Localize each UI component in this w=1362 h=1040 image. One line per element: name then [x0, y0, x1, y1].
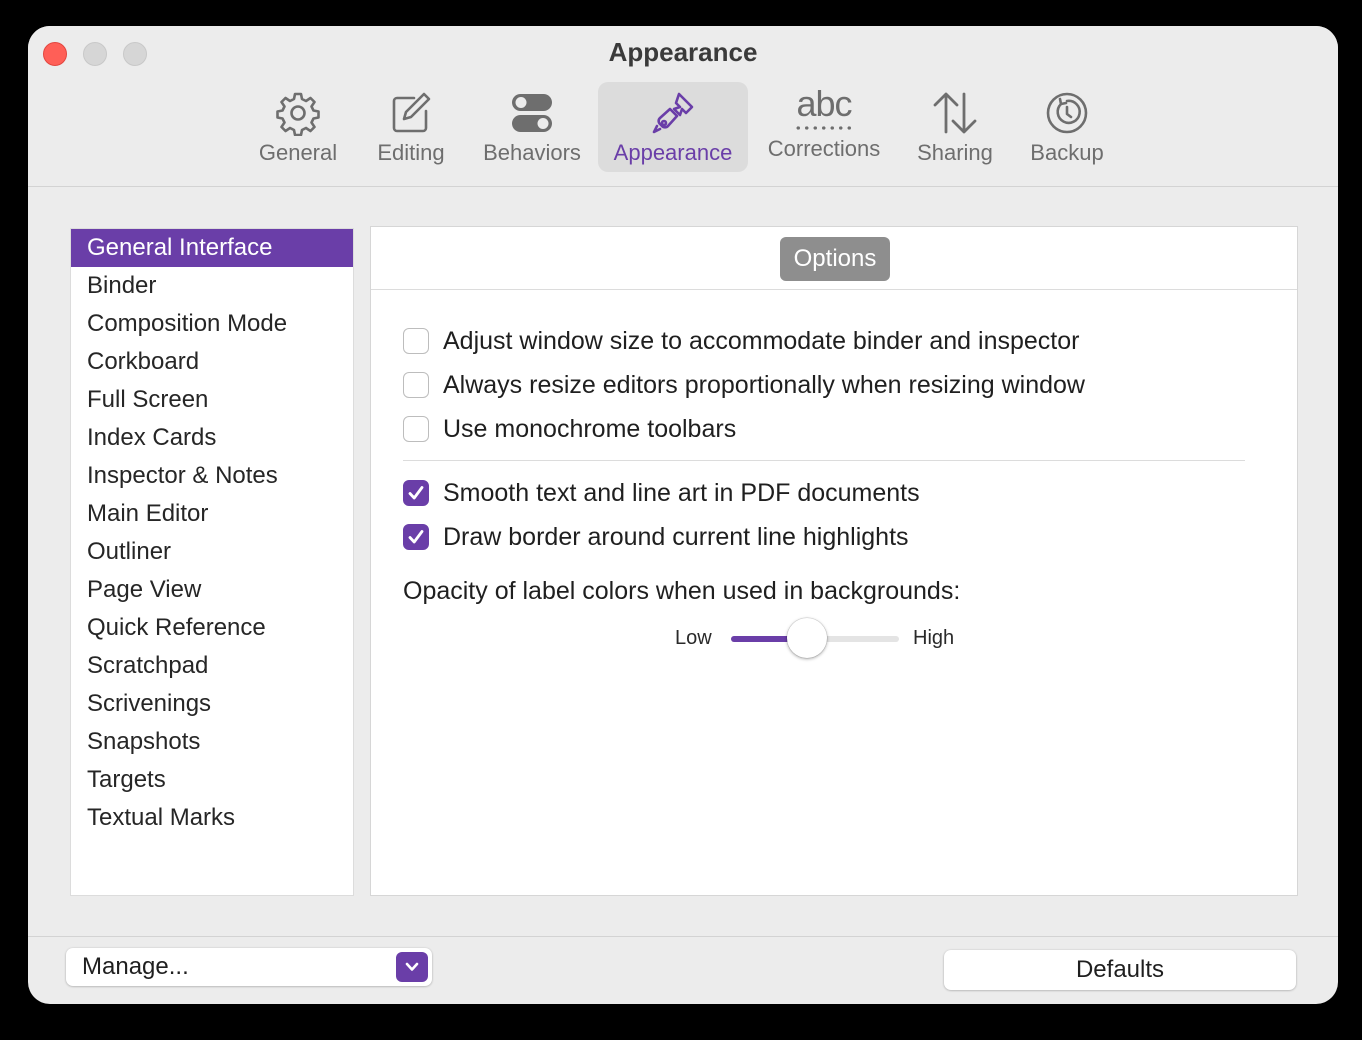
checkmark-icon: [408, 486, 424, 500]
option-label: Always resize editors proportionally whe…: [443, 370, 1085, 399]
option-adjust-window-size[interactable]: Adjust window size to accommodate binder…: [403, 326, 1079, 356]
option-monochrome-toolbars[interactable]: Use monochrome toolbars: [403, 414, 736, 444]
sidebar-item-targets[interactable]: Targets: [71, 761, 353, 799]
toolbar-tab-corrections[interactable]: abc Corrections: [760, 82, 888, 172]
checkbox-monochrome-toolbars[interactable]: [403, 416, 429, 442]
sidebar-item-general-interface[interactable]: General Interface: [71, 229, 353, 267]
toolbar-label-corrections: Corrections: [767, 136, 881, 161]
sidebar-item-outliner[interactable]: Outliner: [71, 533, 353, 571]
opacity-slider[interactable]: [731, 618, 899, 658]
options-separator: [403, 460, 1245, 461]
abc-spellcheck-icon: abc: [789, 86, 859, 132]
toggles-icon: [512, 94, 552, 132]
slider-high-label: High: [913, 627, 955, 649]
toolbar-tab-behaviors[interactable]: Behaviors: [476, 82, 588, 172]
dotted-underline: [794, 126, 854, 130]
option-resize-editors-proportionally[interactable]: Always resize editors proportionally whe…: [403, 370, 1085, 400]
sidebar-item-scratchpad[interactable]: Scratchpad: [71, 647, 353, 685]
options-panel: Options Adjust window size to accommodat…: [370, 226, 1298, 896]
gear-icon: [276, 92, 320, 136]
paintbrush-icon: [652, 92, 694, 134]
sidebar-item-main-editor[interactable]: Main Editor: [71, 495, 353, 533]
toolbar-tab-general[interactable]: General: [246, 82, 350, 172]
abc-glyph: abc: [796, 83, 852, 124]
bottom-divider: [28, 936, 1338, 937]
backup-clock-icon: [1046, 92, 1088, 134]
defaults-button[interactable]: Defaults: [944, 950, 1296, 990]
opacity-label: Opacity of label colors when used in bac…: [403, 577, 961, 605]
toolbar-tab-backup[interactable]: Backup: [1020, 82, 1114, 172]
chevron-down-icon[interactable]: [396, 952, 428, 982]
toolbar-tab-sharing[interactable]: Sharing: [908, 82, 1002, 172]
toolbar-label-editing: Editing: [377, 140, 445, 165]
option-label: Smooth text and line art in PDF document…: [443, 478, 920, 507]
edit-icon: [392, 92, 431, 133]
sidebar-item-index-cards[interactable]: Index Cards: [71, 419, 353, 457]
sidebar-item-page-view[interactable]: Page View: [71, 571, 353, 609]
preferences-window: Appearance General Editing Behaviors App…: [28, 26, 1338, 1004]
manage-label: Manage...: [82, 953, 189, 980]
slider-knob[interactable]: [786, 618, 827, 658]
manage-popup-button[interactable]: Manage...: [66, 948, 432, 986]
sidebar-item-full-screen[interactable]: Full Screen: [71, 381, 353, 419]
toolbar-tab-appearance[interactable]: Appearance: [598, 82, 748, 172]
category-sidebar: General Interface Binder Composition Mod…: [70, 228, 354, 896]
checkbox-smooth-pdf-text[interactable]: [403, 480, 429, 506]
option-label: Use monochrome toolbars: [443, 414, 737, 443]
checkbox-draw-line-highlight-border[interactable]: [403, 524, 429, 550]
sidebar-item-quick-reference[interactable]: Quick Reference: [71, 609, 353, 647]
toolbar-tab-editing[interactable]: Editing: [364, 82, 458, 172]
sidebar-item-snapshots[interactable]: Snapshots: [71, 723, 353, 761]
sidebar-item-composition-mode[interactable]: Composition Mode: [71, 305, 353, 343]
up-down-arrows-icon: [933, 92, 977, 134]
slider-low-label: Low: [675, 627, 712, 649]
toolbar-label-sharing: Sharing: [917, 140, 993, 165]
sidebar-item-corkboard[interactable]: Corkboard: [71, 343, 353, 381]
toolbar-label-appearance: Appearance: [613, 140, 733, 165]
sidebar-item-scrivenings[interactable]: Scrivenings: [71, 685, 353, 723]
option-label: Draw border around current line highligh…: [443, 522, 909, 551]
option-label: Adjust window size to accommodate binder…: [443, 326, 1080, 355]
checkbox-resize-editors-proportionally[interactable]: [403, 372, 429, 398]
sidebar-item-inspector-notes[interactable]: Inspector & Notes: [71, 457, 353, 495]
sidebar-item-binder[interactable]: Binder: [71, 267, 353, 305]
toolbar-label-backup: Backup: [1030, 140, 1104, 165]
checkbox-adjust-window-size[interactable]: [403, 328, 429, 354]
checkmark-icon: [408, 530, 424, 544]
toolbar-label-behaviors: Behaviors: [483, 140, 581, 165]
window-title: Appearance: [608, 37, 758, 67]
toolbar-label-general: General: [258, 140, 338, 165]
options-tab[interactable]: Options: [780, 237, 890, 281]
toolbar: Appearance General Editing Behaviors App…: [28, 26, 1338, 187]
panel-header: Options: [371, 227, 1297, 290]
option-draw-line-highlight-border[interactable]: Draw border around current line highligh…: [403, 522, 909, 552]
sidebar-item-textual-marks[interactable]: Textual Marks: [71, 799, 353, 837]
option-smooth-pdf-text[interactable]: Smooth text and line art in PDF document…: [403, 478, 920, 508]
